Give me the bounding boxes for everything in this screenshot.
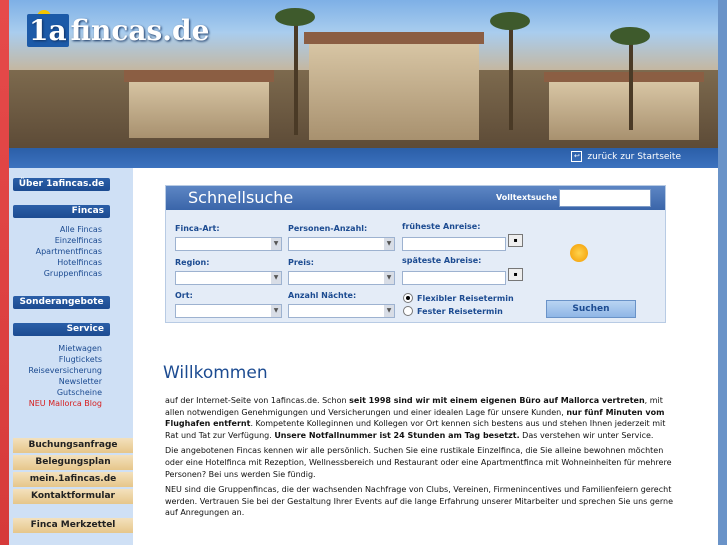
sidebar-about[interactable]: Über 1afincas.de [13,178,110,191]
chevron-down-icon: ▼ [384,238,394,250]
earliest-arrival-label: früheste Anreise: [402,222,481,231]
welcome-title: Willkommen [163,363,268,383]
radio-flexible[interactable]: Flexibler Reisetermin [403,293,514,303]
chevron-down-icon: ▼ [271,238,281,250]
earliest-arrival-input[interactable] [402,237,506,251]
finca-art-select[interactable]: ▼ [175,237,282,251]
quick-search-header: Schnellsuche Volltextsuche [166,186,665,210]
radio-dot [403,306,413,316]
welcome-text: auf der Internet-Seite von 1afincas.de. … [165,395,673,523]
fulltext-search-input[interactable] [559,189,651,207]
price-select[interactable]: ▼ [288,271,395,285]
fincas-paragraph: Die angebotenen Fincas kennen wir alle p… [165,446,672,479]
link-mietwagen[interactable]: Mietwagen [28,343,102,354]
sidebar-buchungsanfrage[interactable]: Buchungsanfrage [13,438,133,453]
back-to-home-link[interactable]: ↩ zurück zur Startseite [571,151,681,162]
link-mallorca-blog[interactable]: NEU Mallorca Blog [28,398,102,409]
link-hotelfincas[interactable]: Hotelfincas [36,257,102,268]
groups-paragraph: NEU sind die Gruppenfincas, die der wach… [165,485,673,518]
nights-select[interactable]: ▼ [288,304,395,318]
chevron-down-icon: ▼ [384,305,394,317]
link-newsletter[interactable]: Newsletter [28,376,102,387]
sidebar: Über 1afincas.de Fincas Alle Fincas Einz… [9,168,133,545]
sidebar-sonderangebote[interactable]: Sonderangebote [13,296,110,309]
place-select[interactable]: ▼ [175,304,282,318]
price-label: Preis: [288,258,314,267]
fulltext-label: Volltextsuche [496,193,558,202]
link-gutscheine[interactable]: Gutscheine [28,387,102,398]
latest-departure-input[interactable] [402,271,506,285]
service-links: Mietwagen Flugtickets Reiseversicherung … [28,343,102,409]
chevron-down-icon: ▼ [271,305,281,317]
back-arrow-icon: ↩ [571,151,583,162]
link-alle-fincas[interactable]: Alle Fincas [36,224,102,235]
radio-fixed[interactable]: Fester Reisetermin [403,306,503,316]
calendar-icon[interactable]: ▪ [508,268,523,281]
link-gruppenfincas[interactable]: Gruppenfincas [36,268,102,279]
persons-label: Personen-Anzahl: [288,224,368,233]
site-logo[interactable]: 1a fincas.de [27,14,209,47]
calendar-icon[interactable]: ▪ [508,234,523,247]
quick-search-panel: Schnellsuche Volltextsuche Finca-Art: ▼ … [165,185,666,323]
sidebar-belegungsplan[interactable]: Belegungsplan [13,455,133,470]
link-einzelfincas[interactable]: Einzelfincas [36,235,102,246]
sidebar-service-header[interactable]: Service [13,323,110,336]
region-select[interactable]: ▼ [175,271,282,285]
chevron-down-icon: ▼ [271,272,281,284]
finca-art-label: Finca-Art: [175,224,220,233]
region-label: Region: [175,258,210,267]
quick-search-title: Schnellsuche [188,188,294,207]
persons-select[interactable]: ▼ [288,237,395,251]
sidebar-fincas-header[interactable]: Fincas [13,205,110,218]
chevron-down-icon: ▼ [384,272,394,284]
sidebar-mein-1afincas[interactable]: mein.1afincas.de [13,472,133,487]
sun-burst-icon [570,244,588,262]
fincas-links: Alle Fincas Einzelfincas Apartmentfincas… [36,224,102,279]
radio-dot [403,293,413,303]
header-banner: 1a fincas.de [9,0,718,148]
left-edge [0,0,9,545]
link-reiseversicherung[interactable]: Reiseversicherung [28,365,102,376]
right-edge [718,0,727,545]
nights-label: Anzahl Nächte: [288,291,357,300]
link-flugtickets[interactable]: Flugtickets [28,354,102,365]
sidebar-kontaktformular[interactable]: Kontaktformular [13,489,133,504]
sidebar-finca-merkzettel[interactable]: Finca Merkzettel [13,518,133,533]
place-label: Ort: [175,291,193,300]
intro-paragraph: auf der Internet-Seite von 1afincas.de. … [165,396,666,440]
search-button[interactable]: Suchen [546,300,636,318]
link-apartmentfincas[interactable]: Apartmentfincas [36,246,102,257]
latest-departure-label: späteste Abreise: [402,256,482,265]
